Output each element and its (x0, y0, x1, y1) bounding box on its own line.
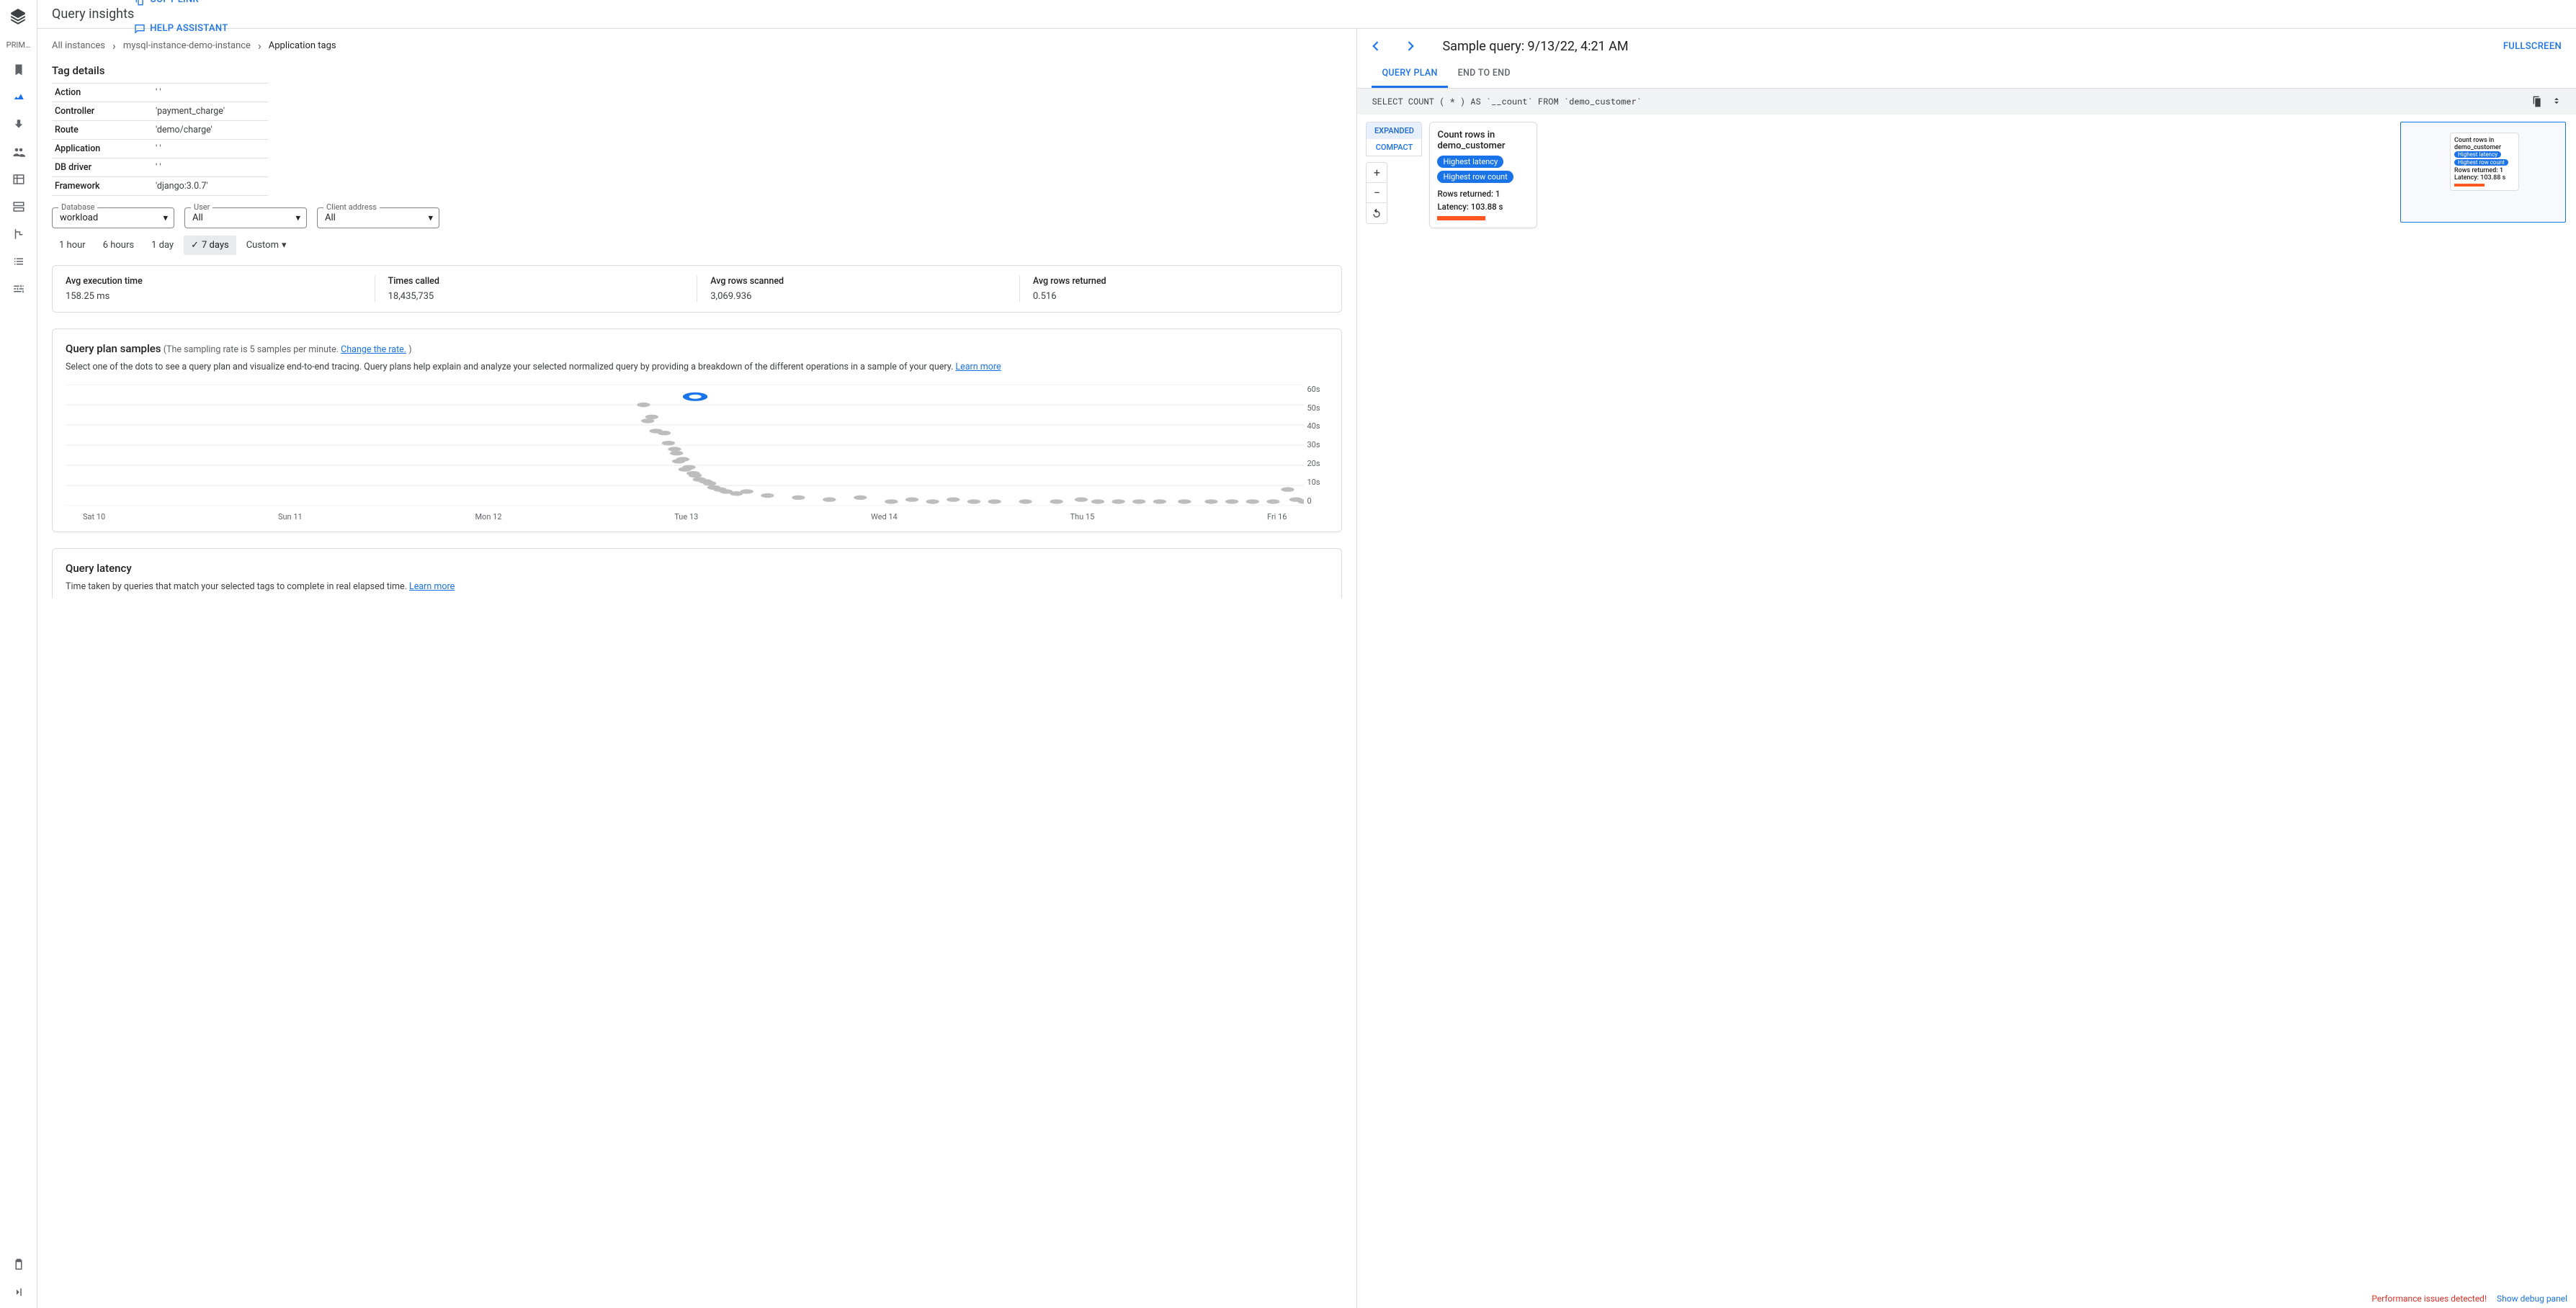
dropdown-arrow-icon: ▾ (163, 212, 168, 223)
panel-title: Query plan samples (66, 342, 161, 355)
stat-block: Avg rows returned0.516 (1020, 276, 1342, 302)
tag-detail-row: Action' ' (52, 84, 268, 102)
plan-node[interactable]: Count rows in demo_customer Highest late… (1429, 122, 1537, 228)
breadcrumb: All instances › mysql-instance-demo-inst… (52, 39, 1342, 53)
latency-bar (1437, 216, 1485, 220)
show-debug-link[interactable]: Show debug panel (2497, 1294, 2567, 1304)
collapse-icon[interactable] (12, 1285, 26, 1299)
dropdown-arrow-icon: ▾ (428, 212, 433, 223)
node-title: Count rows in demo_customer (1437, 130, 1529, 151)
zoom-out-button[interactable]: − (1367, 183, 1387, 203)
plan-minimap[interactable]: Count rows in demo_customer Highest late… (2400, 122, 2566, 223)
user-select[interactable]: User All ▾ (184, 207, 307, 228)
stat-block: Avg execution time158.25 ms (53, 276, 375, 302)
tag-detail-row: Controller'payment_charge' (52, 102, 268, 121)
tab-query-plan[interactable]: QUERY PLAN (1372, 61, 1447, 88)
check-icon: ✓ (191, 240, 199, 251)
change-rate-link[interactable]: Change the rate. (341, 344, 406, 355)
dropdown-arrow-icon: ▾ (295, 212, 300, 223)
zoom-in-button[interactable]: + (1367, 163, 1387, 183)
learn-more-link[interactable]: Learn more (409, 581, 455, 592)
breadcrumb-item[interactable]: mysql-instance-demo-instance (123, 40, 251, 51)
import-icon[interactable] (12, 117, 26, 132)
next-sample-button[interactable] (1400, 36, 1421, 56)
minimap-node: Count rows in demo_customer Highest late… (2450, 133, 2519, 191)
plan-canvas[interactable]: EXPANDED COMPACT + − Count rows in de (1357, 115, 2576, 1308)
sample-title: Sample query: 9/13/22, 4:21 AM (1442, 39, 1628, 54)
sample-tabs: QUERY PLAN END TO END (1357, 61, 2576, 89)
performance-warning: Performance issues detected! (2371, 1294, 2487, 1304)
nav-section-label: PRIM… (1, 40, 36, 50)
chevron-right-icon: › (112, 39, 116, 53)
badge-highest-latency: Highest latency (1437, 156, 1503, 168)
product-logo-icon (9, 7, 29, 27)
timerange-custom[interactable]: Custom ▾ (239, 236, 294, 255)
panel-description: Select one of the dots to see a query pl… (66, 361, 1328, 375)
nav-rail: PRIM… (0, 0, 37, 1308)
view-expanded-button[interactable]: EXPANDED (1367, 122, 1421, 139)
prev-sample-button[interactable] (1366, 36, 1386, 56)
zoom-reset-button[interactable] (1367, 203, 1387, 223)
sql-text: SELECT COUNT ( * ) AS `__count` FROM `de… (1372, 96, 2531, 107)
tag-detail-row: Application' ' (52, 140, 268, 158)
page-title: Query insights (52, 6, 134, 22)
right-pane: Sample query: 9/13/22, 4:21 AM FULLSCREE… (1357, 29, 2576, 1308)
database-select[interactable]: Database workload ▾ (52, 207, 174, 228)
expand-sql-icon[interactable] (2552, 96, 2562, 107)
stat-block: Avg rows scanned3,069.936 (697, 276, 1020, 302)
bookmark-icon[interactable] (12, 63, 26, 77)
badge-highest-row-count: Highest row count (1437, 171, 1513, 183)
branch-icon[interactable] (12, 227, 26, 241)
samples-scatter-chart[interactable]: 60s50s40s30s20s10s0 Sat 10Sun 11Mon 12Tu… (66, 385, 1328, 521)
plan-view-toggle: EXPANDED COMPACT (1366, 122, 1422, 156)
zoom-controls: + − (1366, 162, 1387, 224)
panel-title: Query latency (66, 562, 132, 575)
tune-icon[interactable] (12, 282, 26, 296)
fullscreen-button[interactable]: FULLSCREEN (2503, 41, 2562, 52)
query-latency-panel: Query latency Time taken by queries that… (52, 548, 1342, 599)
node-latency: Latency: 103.88 s (1437, 202, 1529, 212)
panel-subtitle: (The sampling rate is 5 samples per minu… (164, 344, 412, 355)
topbar: Query insights COPY LINK HELP ASSISTANT (37, 0, 2576, 29)
tag-details-table: Action' 'Controller'payment_charge'Route… (52, 83, 268, 196)
client-address-select[interactable]: Client address All ▾ (317, 207, 439, 228)
storage-icon[interactable] (12, 200, 26, 214)
insights-icon[interactable] (12, 90, 26, 104)
left-pane: All instances › mysql-instance-demo-inst… (37, 29, 1357, 1308)
tag-detail-row: Route'demo/charge' (52, 121, 268, 140)
clipboard-icon[interactable] (12, 1258, 26, 1272)
copy-link-button[interactable]: COPY LINK (134, 0, 2562, 6)
timerange-1-day[interactable]: 1 day (144, 236, 181, 255)
query-plan-samples-panel: Query plan samples (The sampling rate is… (52, 328, 1342, 532)
chevron-right-icon: › (258, 39, 261, 53)
time-range-selector: 1 hour6 hours1 day✓ 7 daysCustom ▾ (52, 236, 1342, 255)
users-icon[interactable] (12, 145, 26, 159)
timerange-1-hour[interactable]: 1 hour (52, 236, 93, 255)
footer-status: Performance issues detected! Show debug … (2371, 1294, 2567, 1304)
panel-description: Time taken by queries that match your se… (66, 581, 1328, 594)
sql-bar: SELECT COUNT ( * ) AS `__count` FROM `de… (1357, 89, 2576, 115)
stats-card: Avg execution time158.25 msTimes called1… (52, 265, 1342, 313)
tag-details-heading: Tag details (52, 64, 1342, 77)
stat-block: Times called18,435,735 (375, 276, 698, 302)
table-icon[interactable] (12, 172, 26, 187)
breadcrumb-item[interactable]: All instances (52, 40, 105, 51)
tag-detail-row: Framework'django:3.0.7' (52, 177, 268, 196)
node-rows-returned: Rows returned: 1 (1437, 189, 1529, 199)
timerange-7-days[interactable]: ✓ 7 days (184, 236, 236, 255)
timerange-6-hours[interactable]: 6 hours (96, 236, 141, 255)
learn-more-link[interactable]: Learn more (955, 362, 1001, 372)
tag-detail-row: DB driver' ' (52, 158, 268, 177)
tab-end-to-end[interactable]: END TO END (1448, 61, 1521, 88)
dropdown-arrow-icon: ▾ (282, 240, 287, 251)
copy-sql-icon[interactable] (2531, 96, 2543, 107)
breadcrumb-item-current: Application tags (269, 40, 336, 51)
list-icon[interactable] (12, 254, 26, 269)
view-compact-button[interactable]: COMPACT (1367, 139, 1421, 156)
